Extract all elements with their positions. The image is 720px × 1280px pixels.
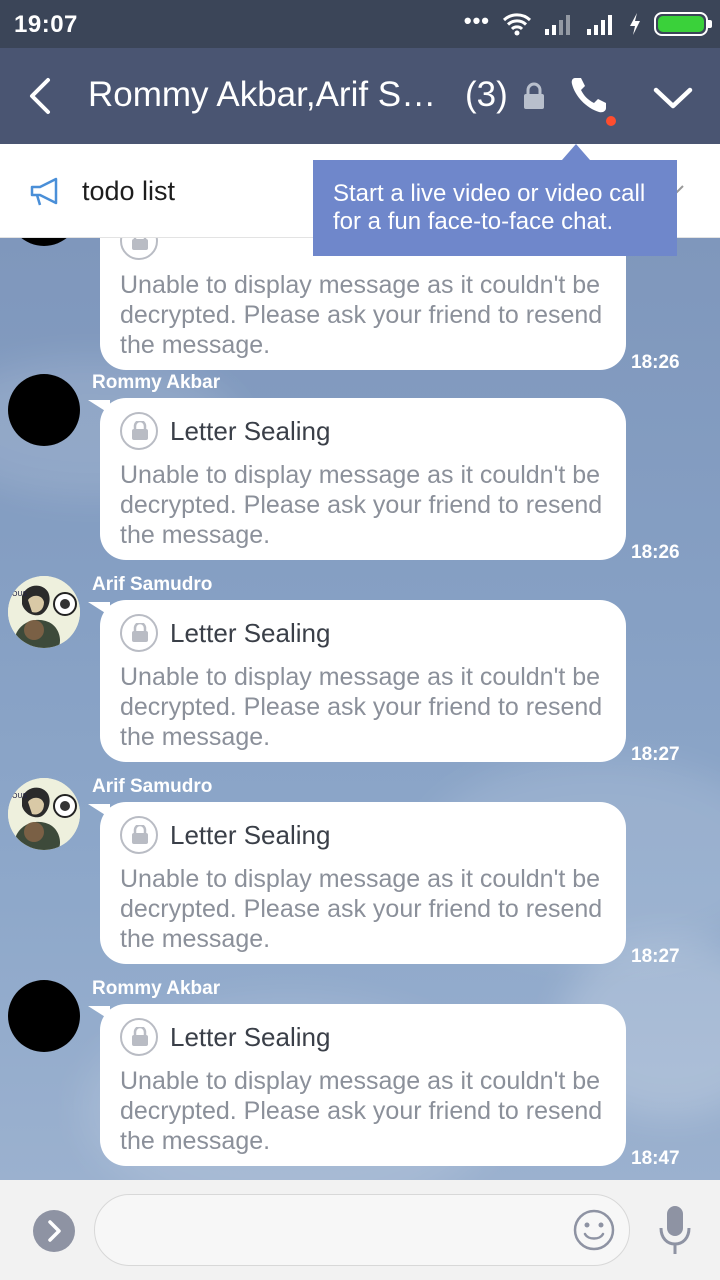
message-body: Unable to display message as it couldn't…	[120, 1067, 603, 1155]
signal-icon	[587, 15, 612, 35]
sender-name: Arif Samudro	[92, 776, 213, 797]
message-bubble[interactable]: Letter Sealing Unable to display message…	[100, 398, 626, 560]
message-bubble[interactable]: Letter Sealing Unable to display message…	[100, 1004, 626, 1166]
lock-icon	[120, 1018, 158, 1056]
message-input[interactable]	[94, 1194, 630, 1266]
announcement-text: todo list	[82, 176, 176, 206]
back-icon[interactable]	[20, 74, 60, 118]
svg-text:OUS: OUS	[12, 792, 28, 800]
sender-name: Arif Samudro	[92, 574, 213, 595]
message-time: 18:26	[631, 352, 680, 373]
message-time: 18:27	[631, 744, 680, 765]
message-bubble[interactable]: Letter Sealing Unable to display message…	[100, 600, 626, 762]
notification-dot	[606, 116, 616, 126]
svg-text:OUS: OUS	[12, 590, 28, 598]
message-title: Letter Sealing	[170, 1022, 331, 1052]
video-call-tooltip[interactable]: Start a live video or video call for a f…	[313, 160, 677, 256]
signal-icon	[545, 15, 570, 35]
message-body: Unable to display message as it couldn't…	[120, 271, 603, 359]
chat-header: Rommy Akbar,Arif Samudro (3)	[0, 48, 720, 144]
message-item: OUS Arif Samudro Letter Sealing Unable t…	[0, 776, 720, 978]
avatar[interactable]	[8, 238, 80, 246]
phone-icon[interactable]	[566, 72, 618, 120]
message-title: Letter Sealing	[170, 618, 331, 648]
message-time: 18:27	[631, 946, 680, 967]
message-item: Rommy Akbar Letter Sealing Unable to dis…	[0, 978, 720, 1180]
status-bar: 19:07 •••	[0, 0, 720, 48]
message-title: Letter Sealing	[170, 820, 331, 850]
member-count: (3)	[465, 75, 508, 114]
lock-icon	[120, 816, 158, 854]
more-dots-icon: •••	[463, 8, 490, 33]
tooltip-arrow	[562, 144, 590, 160]
avatar[interactable]	[8, 980, 80, 1052]
message-body: Unable to display message as it couldn't…	[120, 663, 603, 751]
sender-name: Rommy Akbar	[92, 978, 221, 999]
lock-icon	[120, 614, 158, 652]
emoji-icon[interactable]	[572, 1208, 616, 1252]
status-icons: •••	[463, 8, 712, 38]
message-body: Unable to display message as it couldn't…	[120, 865, 603, 953]
message-time: 18:26	[631, 542, 680, 563]
avatar[interactable]	[8, 374, 80, 446]
megaphone-icon	[30, 177, 58, 206]
lock-icon	[120, 412, 158, 450]
message-item: Rommy Akbar Letter Sealing Unable to dis…	[0, 372, 720, 574]
chat-title[interactable]: Rommy Akbar,Arif Samudro	[88, 75, 450, 115]
message-item: OUS Arif Samudro Letter Sealing Unable t…	[0, 574, 720, 776]
message-bubble[interactable]: Unable to display message as it couldn't…	[100, 238, 626, 370]
message-input-bar	[0, 1180, 720, 1280]
battery-icon	[654, 12, 712, 36]
microphone-icon[interactable]	[656, 1204, 694, 1260]
avatar[interactable]: OUS	[8, 576, 80, 648]
wifi-icon	[502, 13, 532, 36]
lock-icon	[120, 238, 158, 260]
avatar[interactable]: OUS	[8, 778, 80, 850]
chevron-down-icon[interactable]	[648, 78, 698, 118]
message-bubble[interactable]: Letter Sealing Unable to display message…	[100, 802, 626, 964]
message-time: 18:47	[631, 1148, 680, 1169]
sender-name: Rommy Akbar	[92, 372, 221, 393]
expand-icon[interactable]	[33, 1210, 75, 1252]
message-item: Unable to display message as it couldn't…	[0, 238, 720, 384]
chat-area[interactable]: Unable to display message as it couldn't…	[0, 238, 720, 1180]
message-title: Letter Sealing	[170, 416, 331, 446]
lock-icon	[524, 82, 544, 109]
charging-icon	[630, 13, 640, 35]
message-body: Unable to display message as it couldn't…	[120, 461, 603, 549]
status-time: 19:07	[14, 11, 78, 38]
